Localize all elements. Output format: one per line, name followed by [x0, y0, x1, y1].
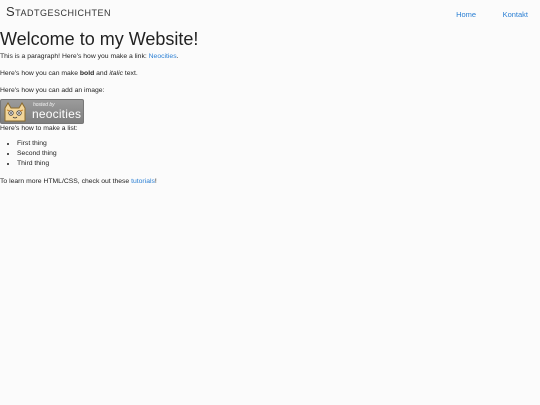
formatting-text-a: Here's how you can make: [0, 70, 80, 77]
neocities-badge[interactable]: hosted by neocities: [0, 99, 84, 124]
list-item: Second thing: [17, 149, 520, 159]
paragraph-text: This is a paragraph! Here's how you make…: [0, 53, 149, 60]
thing-list: First thing Second thing Third thing: [0, 139, 520, 169]
formatting-text-c: text.: [122, 70, 138, 77]
tutorials-link[interactable]: tutorials: [131, 178, 155, 185]
italic-text: italic: [109, 70, 123, 77]
page-title: Welcome to my Website!: [0, 29, 199, 49]
bold-text: bold: [79, 70, 95, 77]
list-item: First thing: [17, 139, 520, 149]
nav-links: Home Kontakt: [434, 4, 528, 22]
paragraph-end: .: [176, 53, 179, 60]
site-brand[interactable]: Stadtgeschichten: [6, 4, 111, 19]
badge-neocities: neocities: [32, 107, 82, 121]
paragraph-list: Here's how to make a list:: [0, 125, 78, 132]
paragraph-link: This is a paragraph! Here's how you make…: [0, 52, 520, 61]
tutorials-text: To learn more HTML/CSS, check out these: [0, 178, 132, 185]
tutorials-end: !: [154, 178, 157, 185]
list-item: Third thing: [17, 159, 520, 169]
cat-icon: [4, 102, 26, 122]
neocities-link[interactable]: Neocities: [149, 53, 177, 60]
formatting-text-b: and: [94, 70, 110, 77]
nav-link-home[interactable]: Home: [456, 10, 476, 19]
page: Stadtgeschichten Home Kontakt Welcome to…: [0, 0, 540, 405]
paragraph-image: Here's how you can add an image:: [0, 87, 105, 94]
paragraph-formatting: Here's how you can make bold and italic …: [0, 69, 520, 78]
paragraph-tutorials: To learn more HTML/CSS, check out these …: [0, 177, 520, 186]
nav-link-kontakt[interactable]: Kontakt: [503, 10, 528, 19]
navbar: Stadtgeschichten Home Kontakt: [0, 0, 540, 22]
main-content: Welcome to my Website! This is a paragra…: [0, 28, 520, 186]
